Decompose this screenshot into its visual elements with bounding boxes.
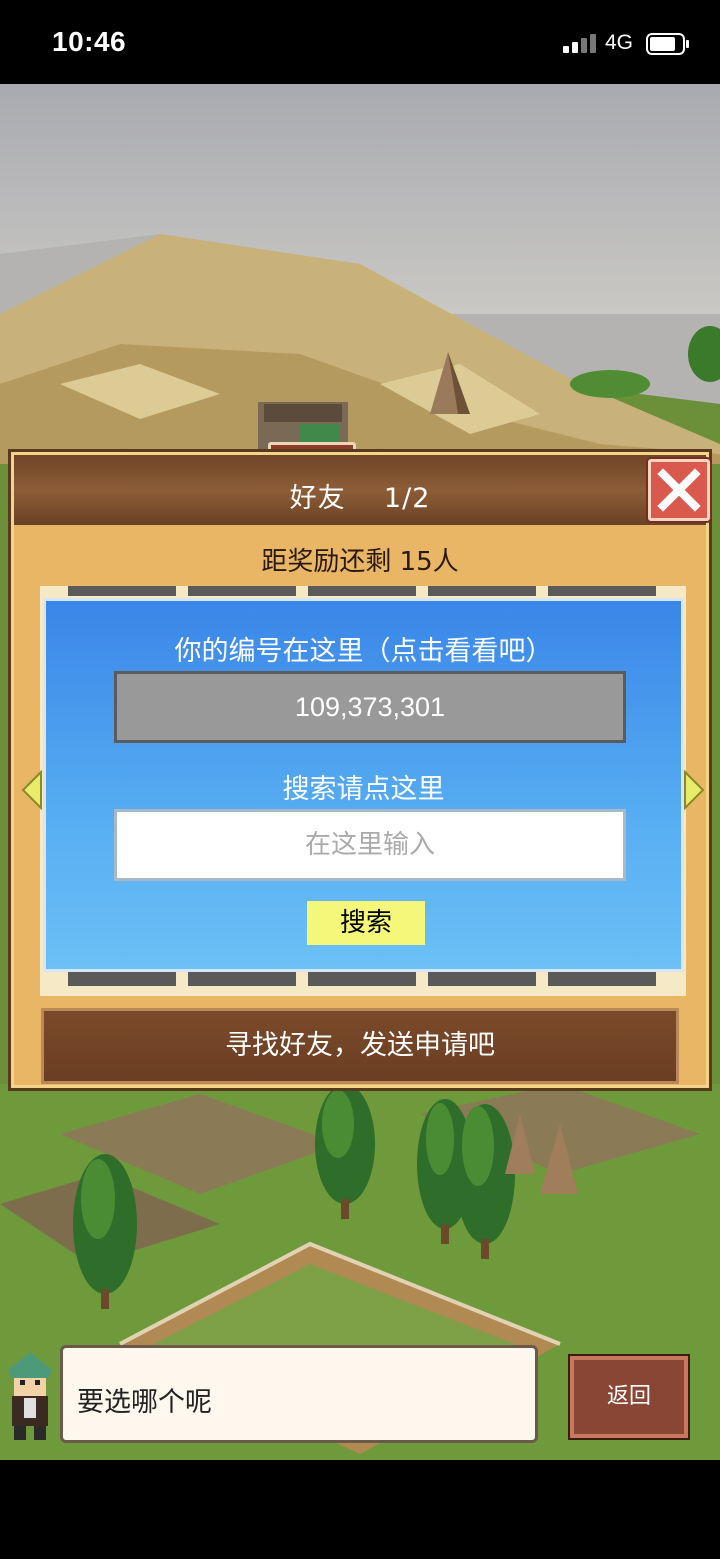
reward-remaining-text: 距奖励还剩 15人	[261, 547, 459, 577]
friend-dialog: 好友 1/2 距奖励还剩 15人 你的编号在这里（点击看看吧） 109,373,…	[8, 449, 712, 1091]
dialog-title: 好友 1/2	[289, 483, 431, 514]
search-input[interactable]: 在这里输入	[114, 809, 626, 881]
back-button[interactable]: 返回	[570, 1356, 688, 1438]
player-id-caption: 你的编号在这里（点击看看吧）	[174, 636, 553, 667]
battery-icon	[646, 33, 689, 55]
search-button[interactable]: 搜索	[307, 901, 425, 945]
search-caption: 搜索请点这里	[282, 774, 445, 805]
friend-search-panel: 你的编号在这里（点击看看吧） 109,373,301 搜索请点这里 在这里输入 …	[43, 598, 684, 972]
avatar-icon	[8, 1352, 52, 1440]
network-label: 4G	[605, 31, 634, 54]
arrow-right-icon[interactable]	[683, 770, 705, 810]
status-bar: 10:46 4G	[0, 0, 720, 84]
player-id-field[interactable]: 109,373,301	[114, 671, 626, 743]
speech-bubble: 要选哪个呢	[60, 1345, 538, 1443]
close-icon	[657, 468, 701, 512]
close-button[interactable]	[648, 459, 710, 521]
speech-text: 要选哪个呢	[77, 1387, 212, 1418]
status-time: 10:46	[52, 26, 127, 57]
find-friend-button[interactable]: 寻找好友，发送申请吧	[41, 1008, 679, 1084]
bottom-bar	[0, 1460, 720, 1559]
arrow-left-icon[interactable]	[21, 770, 43, 810]
signal-icon	[563, 33, 597, 53]
dialog-header: 好友 1/2	[14, 455, 710, 525]
